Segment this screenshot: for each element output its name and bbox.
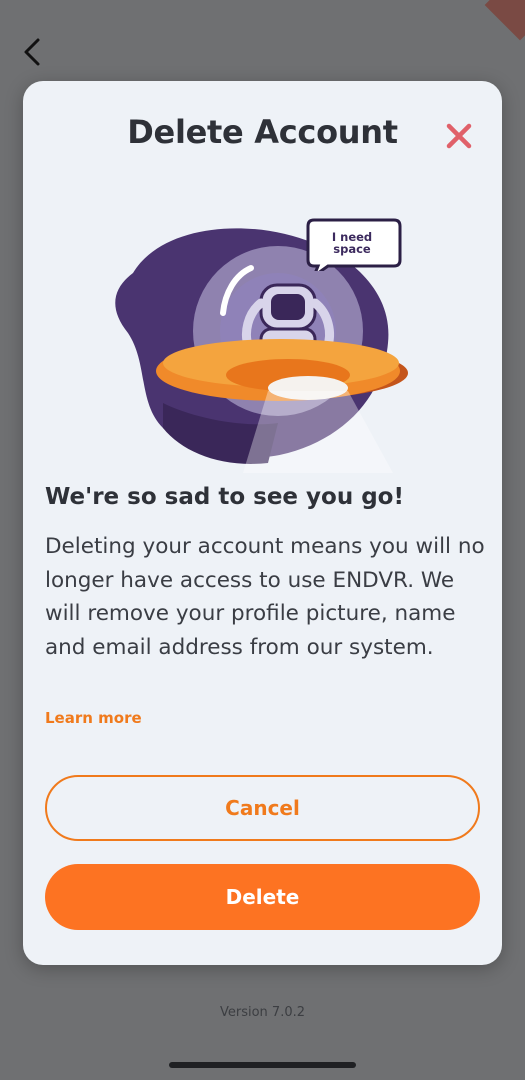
modal-body-text: Deleting your account means you will no …	[45, 534, 485, 660]
delete-account-modal: Delete Account I need space We're so sad…	[23, 81, 502, 965]
version-label: Version 7.0.2	[219, 1005, 305, 1020]
delete-button[interactable]: Delete	[45, 864, 480, 930]
speech-bubble-text: I need space	[306, 231, 398, 255]
modal-title: Delete Account	[127, 113, 398, 151]
home-indicator	[169, 1062, 356, 1068]
back-button[interactable]	[14, 34, 50, 70]
close-icon	[446, 123, 472, 149]
cancel-button[interactable]: Cancel	[45, 775, 480, 841]
learn-more-link[interactable]: Learn more	[45, 709, 142, 727]
corner-accent	[484, 0, 525, 41]
modal-heading: We're so sad to see you go!	[45, 484, 404, 510]
close-button[interactable]	[442, 119, 476, 153]
speech-line-2: space	[333, 242, 371, 256]
chevron-left-icon	[24, 38, 40, 66]
